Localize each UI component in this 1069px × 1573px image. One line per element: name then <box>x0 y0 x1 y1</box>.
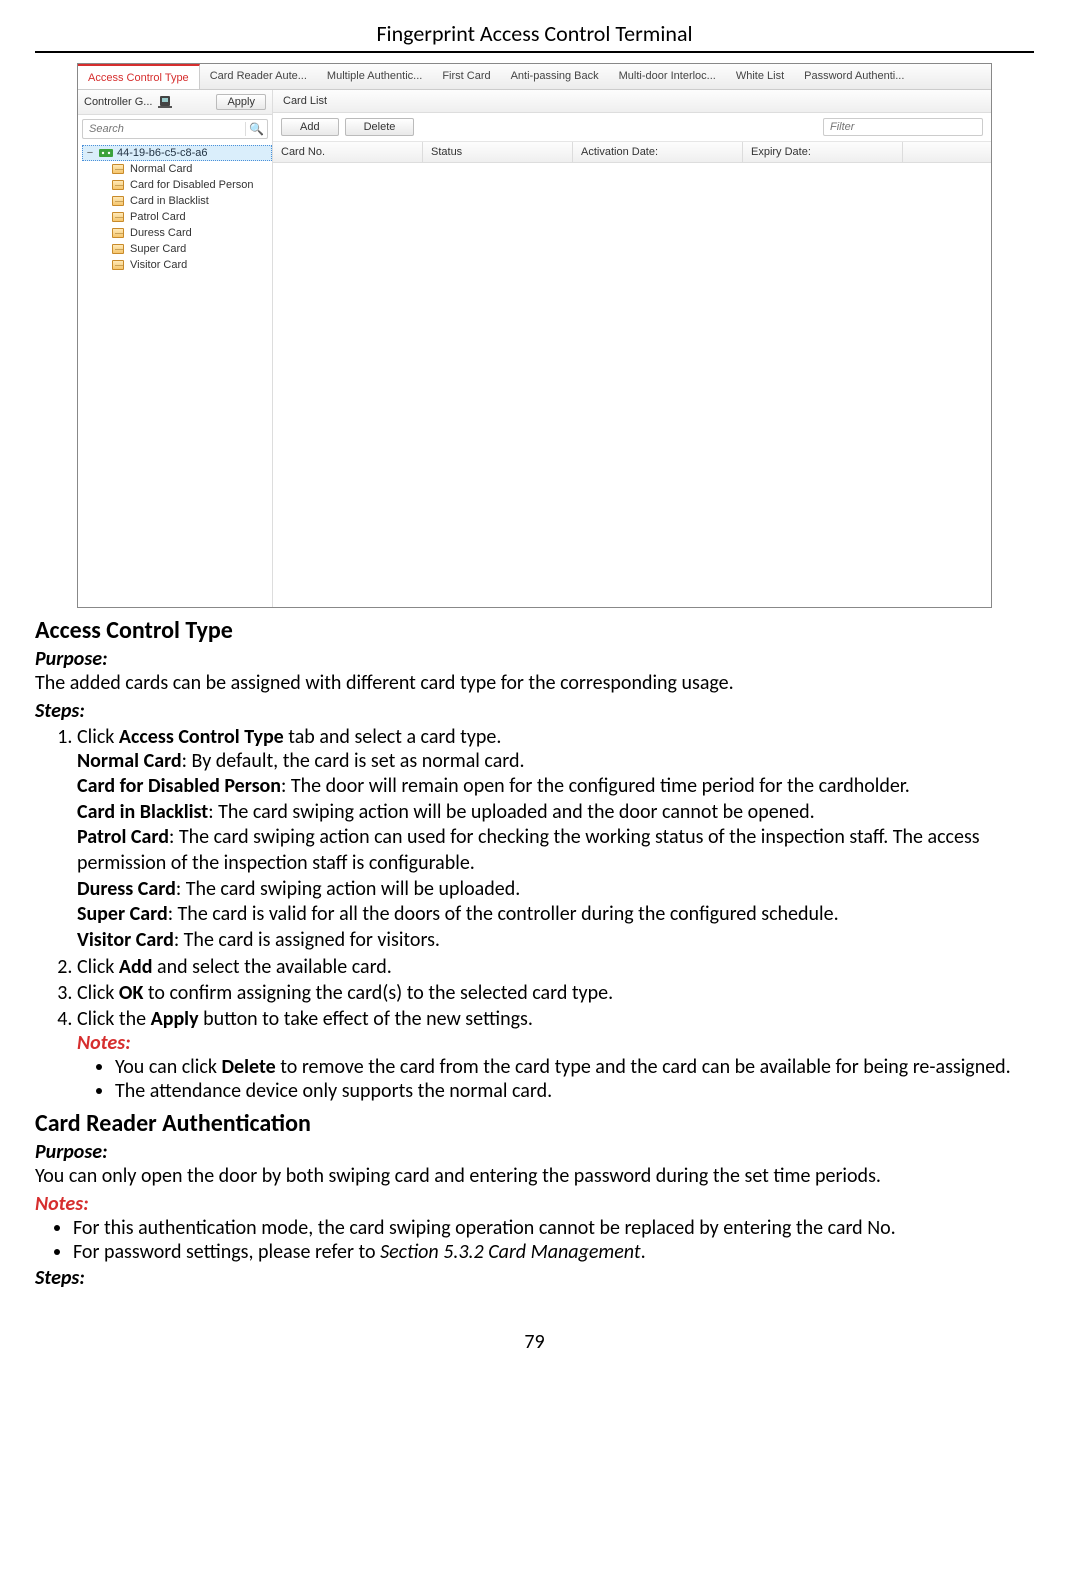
tree-item-normal-card[interactable]: Normal Card <box>112 161 272 177</box>
search-box[interactable]: 🔍 <box>82 119 268 139</box>
tree-item-visitor-card[interactable]: Visitor Card <box>112 257 272 273</box>
tree-root-node[interactable]: − 44-19-b6-c5-c8-a6 <box>82 145 272 161</box>
search-icon[interactable]: 🔍 <box>245 122 267 136</box>
step-3: Click OK to confirm assigning the card(s… <box>77 981 1034 1005</box>
grid-column-headers: Card No. Status Activation Date: Expiry … <box>273 142 991 163</box>
tree-root-label: 44-19-b6-c5-c8-a6 <box>117 147 208 159</box>
tab-white-list[interactable]: White List <box>726 64 794 89</box>
apply-button[interactable]: Apply <box>216 94 266 110</box>
text: tab and select a card type. <box>284 725 502 749</box>
section-heading-card-reader-auth: Card Reader Authentication <box>35 1109 1034 1138</box>
tab-anti-passing-back[interactable]: Anti-passing Back <box>501 64 609 89</box>
tree-item-label: Card in Blacklist <box>130 195 209 207</box>
col-spacer <box>903 142 991 162</box>
tree-item-label: Normal Card <box>130 163 192 175</box>
tab-access-control-type[interactable]: Access Control Type <box>78 64 200 89</box>
purpose-label-2: Purpose: <box>35 1140 1034 1164</box>
tab-first-card[interactable]: First Card <box>432 64 500 89</box>
text: Access Control Type <box>119 725 284 749</box>
tab-password-authenti[interactable]: Password Authenti... <box>794 64 914 89</box>
card-type-normal: Normal Card: By default, the card is set… <box>77 749 1034 775</box>
device-tree: − 44-19-b6-c5-c8-a6 Normal Card Card for… <box>78 143 272 607</box>
add-button[interactable]: Add <box>281 118 339 136</box>
col-status[interactable]: Status <box>423 142 573 162</box>
controller-label: Controller G... <box>84 96 152 108</box>
card-list-title: Card List <box>273 90 991 113</box>
purpose-label: Purpose: <box>35 647 1034 671</box>
section-heading-access-control-type: Access Control Type <box>35 616 1034 645</box>
s2-note-1: For this authentication mode, the card s… <box>73 1216 1034 1240</box>
tree-item-label: Visitor Card <box>130 259 187 271</box>
col-expiry-date[interactable]: Expiry Date: <box>743 142 903 162</box>
filter-input[interactable] <box>823 118 983 136</box>
tree-item-label: Card for Disabled Person <box>130 179 254 191</box>
tab-multiple-authentic[interactable]: Multiple Authentic... <box>317 64 432 89</box>
text: Click <box>77 725 119 749</box>
notes-bullets-2: For this authentication mode, the card s… <box>35 1216 1034 1264</box>
page-number: 79 <box>35 1330 1034 1354</box>
card-icon <box>112 164 124 174</box>
app-screenshot: Access Control Type Card Reader Aute... … <box>77 63 992 608</box>
step-4: Click the Apply button to take effect of… <box>77 1007 1034 1103</box>
delete-button[interactable]: Delete <box>345 118 415 136</box>
notes-bullets: You can click Delete to remove the card … <box>77 1055 1034 1103</box>
device-icon[interactable] <box>158 95 174 109</box>
card-list-toolbar: Add Delete <box>273 113 991 142</box>
tree-item-patrol-card[interactable]: Patrol Card <box>112 209 272 225</box>
left-panel: Controller G... Apply 🔍 − 44-19-b6-c5-c8… <box>78 90 273 607</box>
device-green-icon <box>99 147 113 159</box>
tree-item-duress-card[interactable]: Duress Card <box>112 225 272 241</box>
note-1: You can click Delete to remove the card … <box>115 1055 1034 1079</box>
tree-item-blacklist-card[interactable]: Card in Blacklist <box>112 193 272 209</box>
steps-label: Steps: <box>35 699 1034 723</box>
tree-item-label: Duress Card <box>130 227 192 239</box>
col-activation-date[interactable]: Activation Date: <box>573 142 743 162</box>
col-card-no[interactable]: Card No. <box>273 142 423 162</box>
step-2: Click Add and select the available card. <box>77 955 1034 979</box>
tree-item-label: Super Card <box>130 243 186 255</box>
tree-item-label: Patrol Card <box>130 211 186 223</box>
note-2: The attendance device only supports the … <box>115 1079 1034 1103</box>
card-icon <box>112 228 124 238</box>
step-1: Click Access Control Type tab and select… <box>77 725 1034 954</box>
card-icon <box>112 180 124 190</box>
tab-multi-door-interlock[interactable]: Multi-door Interloc... <box>609 64 726 89</box>
grid-body-empty <box>273 163 991 607</box>
card-type-disabled: Card for Disabled Person: The door will … <box>77 774 1034 800</box>
s2-note-2: For password settings, please refer to S… <box>73 1240 1034 1264</box>
card-icon <box>112 196 124 206</box>
notes-label-2: Notes: <box>35 1192 1034 1216</box>
collapse-icon[interactable]: − <box>85 147 95 159</box>
card-icon <box>112 244 124 254</box>
right-panel: Card List Add Delete Card No. Status Act… <box>273 90 991 607</box>
steps-list: Click Access Control Type tab and select… <box>35 725 1034 1104</box>
tab-card-reader-auth[interactable]: Card Reader Aute... <box>200 64 317 89</box>
card-type-patrol: Patrol Card: The card swiping action can… <box>77 825 1034 876</box>
card-icon <box>112 260 124 270</box>
card-icon <box>112 212 124 222</box>
steps-label-2: Steps: <box>35 1266 1034 1290</box>
purpose-text-2: You can only open the door by both swipi… <box>35 1164 1034 1190</box>
card-type-visitor: Visitor Card: The card is assigned for v… <box>77 928 1034 954</box>
doc-header-title: Fingerprint Access Control Terminal <box>35 20 1034 53</box>
tab-bar: Access Control Type Card Reader Aute... … <box>78 64 991 90</box>
search-input[interactable] <box>83 120 245 138</box>
card-type-super: Super Card: The card is valid for all th… <box>77 902 1034 928</box>
tree-item-disabled-card[interactable]: Card for Disabled Person <box>112 177 272 193</box>
tree-item-super-card[interactable]: Super Card <box>112 241 272 257</box>
card-type-duress: Duress Card: The card swiping action wil… <box>77 877 1034 903</box>
purpose-text: The added cards can be assigned with dif… <box>35 671 1034 697</box>
notes-label: Notes: <box>77 1031 1034 1055</box>
card-type-blacklist: Card in Blacklist: The card swiping acti… <box>77 800 1034 826</box>
